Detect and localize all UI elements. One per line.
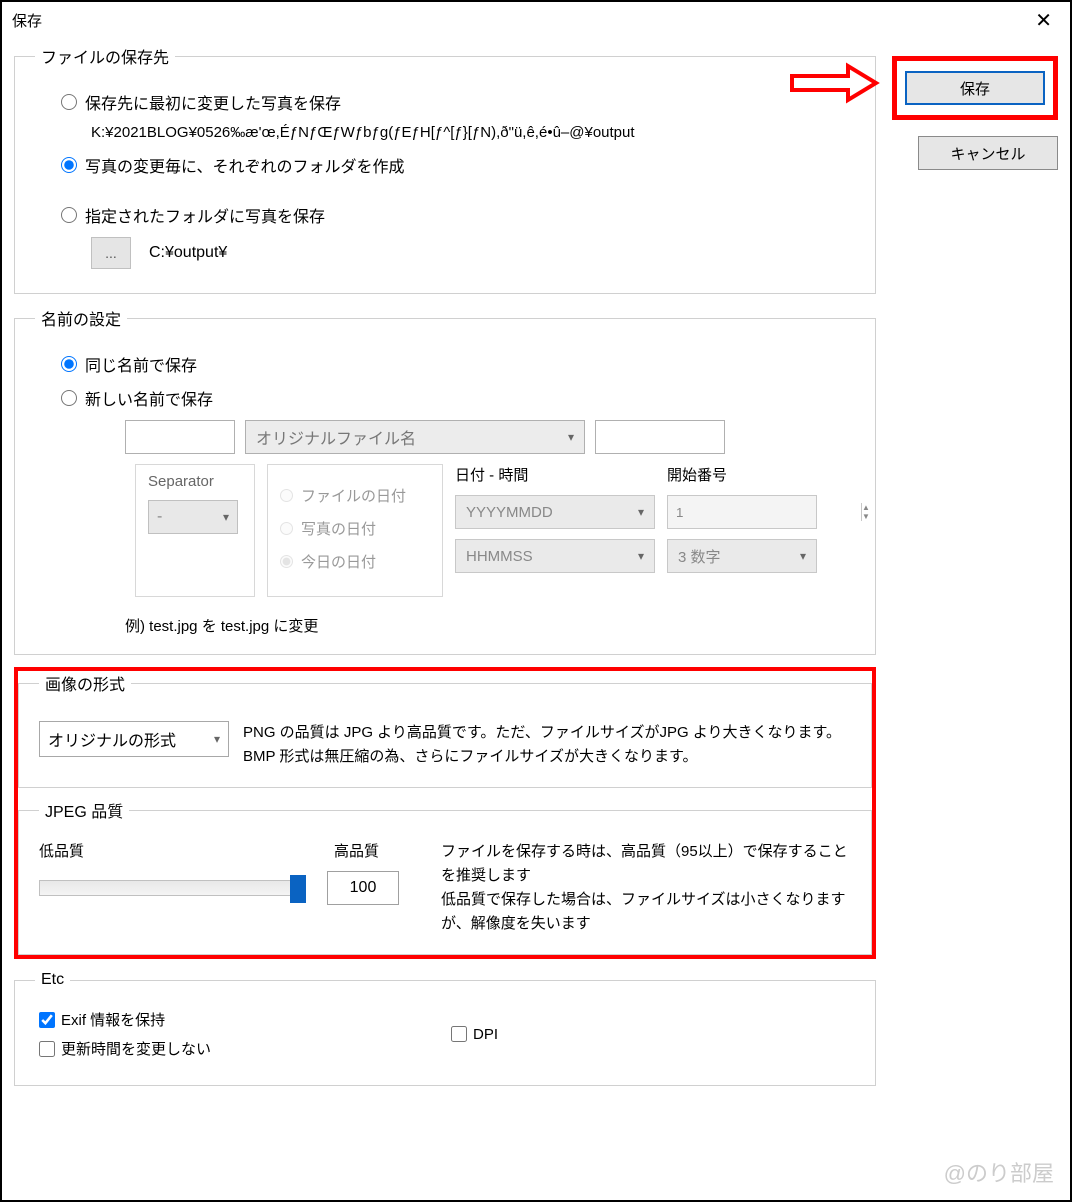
time-format-combo[interactable]: HHMMSS ▾ [455, 539, 655, 573]
chevron-down-icon: ▾ [214, 732, 220, 746]
legend-etc: Etc [35, 971, 70, 989]
highlight-annotation: 画像の形式 オリジナルの形式 ▾ PNG の品質は JPG より高品質です。ただ… [14, 667, 876, 959]
window-title: 保存 [12, 10, 42, 31]
format-desc: PNG の品質は JPG より高品質です。ただ、ファイルサイズがJPG より大き… [243, 721, 851, 769]
separator-title: Separator [148, 473, 242, 490]
checkbox-mtime-label: 更新時間を変更しない [61, 1038, 211, 1059]
jpeg-low-label: 低品質 [39, 840, 84, 861]
startnum-title: 開始番号 [667, 464, 817, 485]
digits-combo[interactable]: 3 数字 ▾ [667, 539, 817, 573]
radio-date-photo [280, 522, 293, 535]
name-pattern-combo[interactable]: オリジナルファイル名 ▾ [245, 420, 585, 454]
name-prefix-input[interactable] [125, 420, 235, 454]
save-highlight-annotation: 保存 [892, 56, 1058, 120]
separator-combo[interactable]: - ▾ [148, 500, 238, 534]
datetime-title: 日付 - 時間 [455, 464, 655, 485]
name-example: 例) test.jpg を test.jpg に変更 [125, 615, 855, 636]
name-suffix-input[interactable] [595, 420, 725, 454]
group-jpeg: JPEG 品質 低品質 高品質 フ [18, 798, 872, 955]
chevron-down-icon: ▾ [638, 505, 644, 519]
close-icon[interactable]: ✕ [1027, 4, 1060, 37]
checkbox-mtime[interactable] [39, 1041, 55, 1057]
date-format-combo[interactable]: YYYYMMDD ▾ [455, 495, 655, 529]
radio-date-photo-label: 写真の日付 [301, 518, 376, 539]
radio-date-file-label: ファイルの日付 [301, 485, 406, 506]
radio-dest-specified-label: 指定されたフォルダに写真を保存 [85, 203, 325, 227]
checkbox-exif-label: Exif 情報を保持 [61, 1009, 165, 1030]
jpeg-desc: ファイルを保存する時は、高品質（95以上）で保存することを推奨します 低品質で保… [441, 840, 851, 936]
legend-destination: ファイルの保存先 [35, 44, 175, 68]
browse-button[interactable]: ... [91, 237, 131, 269]
chevron-down-icon: ▾ [638, 549, 644, 563]
start-number-input[interactable] [668, 496, 861, 528]
group-format: 画像の形式 オリジナルの形式 ▾ PNG の品質は JPG より高品質です。ただ… [18, 671, 872, 788]
date-format-value: YYYYMMDD [466, 504, 553, 521]
radio-name-same-label: 同じ名前で保存 [85, 352, 197, 376]
radio-name-same[interactable] [61, 356, 77, 372]
radio-date-file [280, 489, 293, 502]
jpeg-quality-slider[interactable] [39, 880, 299, 896]
start-number-spinner[interactable]: ▲▼ [861, 503, 870, 521]
dest-first-path: K:¥2021BLOG¥0526‰æ'œ,ÉƒNƒŒƒWƒbƒg(ƒEƒH[ƒ^… [91, 124, 855, 141]
jpeg-quality-input[interactable] [327, 871, 399, 905]
group-etc: Etc Exif 情報を保持 更新時間を変更しない DPI [14, 971, 876, 1086]
checkbox-exif[interactable] [39, 1012, 55, 1028]
chevron-down-icon: ▾ [568, 430, 574, 444]
chevron-down-icon: ▾ [800, 549, 806, 563]
radio-date-today-label: 今日の日付 [301, 551, 376, 572]
checkbox-dpi-label: DPI [473, 1026, 498, 1043]
jpeg-high-label: 高品質 [334, 840, 379, 861]
chevron-down-icon: ▾ [223, 510, 229, 524]
radio-dest-each[interactable] [61, 157, 77, 173]
checkbox-dpi[interactable] [451, 1026, 467, 1042]
time-format-value: HHMMSS [466, 548, 533, 565]
legend-name: 名前の設定 [35, 306, 127, 330]
radio-name-new[interactable] [61, 390, 77, 406]
digits-value: 3 数字 [678, 546, 721, 567]
format-combo-value: オリジナルの形式 [48, 727, 176, 751]
group-destination: ファイルの保存先 保存先に最初に変更した写真を保存 K:¥2021BLOG¥05… [14, 44, 876, 294]
slider-thumb[interactable] [290, 875, 306, 903]
legend-format: 画像の形式 [39, 671, 131, 695]
radio-dest-each-label: 写真の変更毎に、それぞれのフォルダを作成 [85, 153, 405, 177]
save-button[interactable]: 保存 [905, 71, 1045, 105]
radio-date-today [280, 555, 293, 568]
separator-value: - [157, 508, 162, 526]
format-combo[interactable]: オリジナルの形式 ▾ [39, 721, 229, 757]
radio-dest-first[interactable] [61, 94, 77, 110]
radio-name-new-label: 新しい名前で保存 [85, 386, 213, 410]
legend-jpeg: JPEG 品質 [39, 798, 129, 822]
name-pattern-combo-value: オリジナルファイル名 [256, 425, 416, 449]
radio-dest-specified[interactable] [61, 207, 77, 223]
dest-specified-path: C:¥output¥ [149, 244, 227, 262]
arrow-annotation-icon [788, 62, 880, 104]
watermark: @のり部屋 [944, 1156, 1054, 1188]
radio-dest-first-label: 保存先に最初に変更した写真を保存 [85, 90, 341, 114]
group-name: 名前の設定 同じ名前で保存 新しい名前で保存 オリジナルファイル名 ▾ Sep [14, 306, 876, 655]
cancel-button[interactable]: キャンセル [918, 136, 1058, 170]
